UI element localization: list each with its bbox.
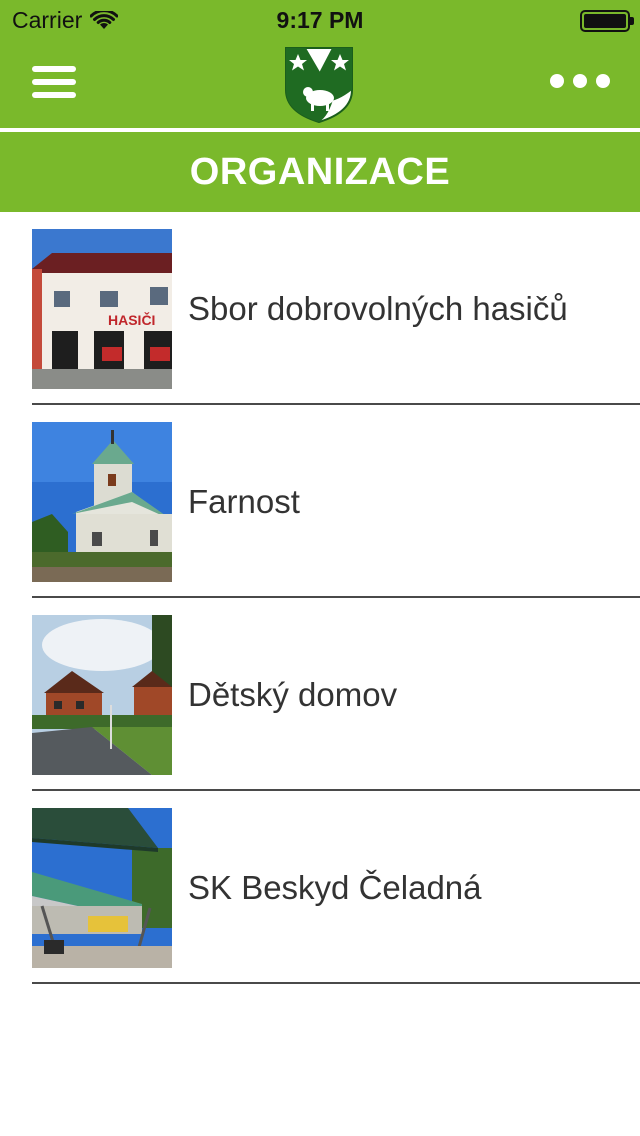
list-item-label: SK Beskyd Čeladná [188,869,482,906]
coat-of-arms-lamb-icon [285,47,353,124]
status-bar: Carrier 9:17 PM [0,0,640,40]
page-title: ORGANIZACE [189,150,451,193]
list-item-sports-club[interactable]: SK Beskyd Čeladná [0,791,640,984]
menu-button[interactable] [32,66,76,98]
list-item-childrens-home[interactable]: Dětský domov [0,598,640,791]
section-header: ORGANIZACE [0,132,640,212]
more-options-button[interactable] [550,74,610,88]
battery-icon [580,10,634,32]
list-item-fire-brigade[interactable]: HASIČI Sbor dobrovolných hasičů [0,212,640,405]
childrens-home-photo [32,615,172,775]
list-item-label: Sbor dobrovolných hasičů [188,290,568,327]
top-navigation-bar: Carrier 9:17 PM [0,0,640,128]
stadium-grandstand-photo [32,808,172,968]
fire-station-photo: HASIČI [32,229,172,389]
svg-text:HASIČI: HASIČI [108,311,155,328]
status-time: 9:17 PM [276,7,364,33]
list-item-label: Farnost [188,483,300,520]
row-separator [32,982,640,984]
list-item-parish[interactable]: Farnost [0,405,640,598]
list-item-label: Dětský domov [188,676,398,713]
organization-list: HASIČI Sbor dobrovolných hasičů Farnost … [0,212,640,984]
church-photo [32,422,172,582]
more-dots-icon [550,74,564,88]
